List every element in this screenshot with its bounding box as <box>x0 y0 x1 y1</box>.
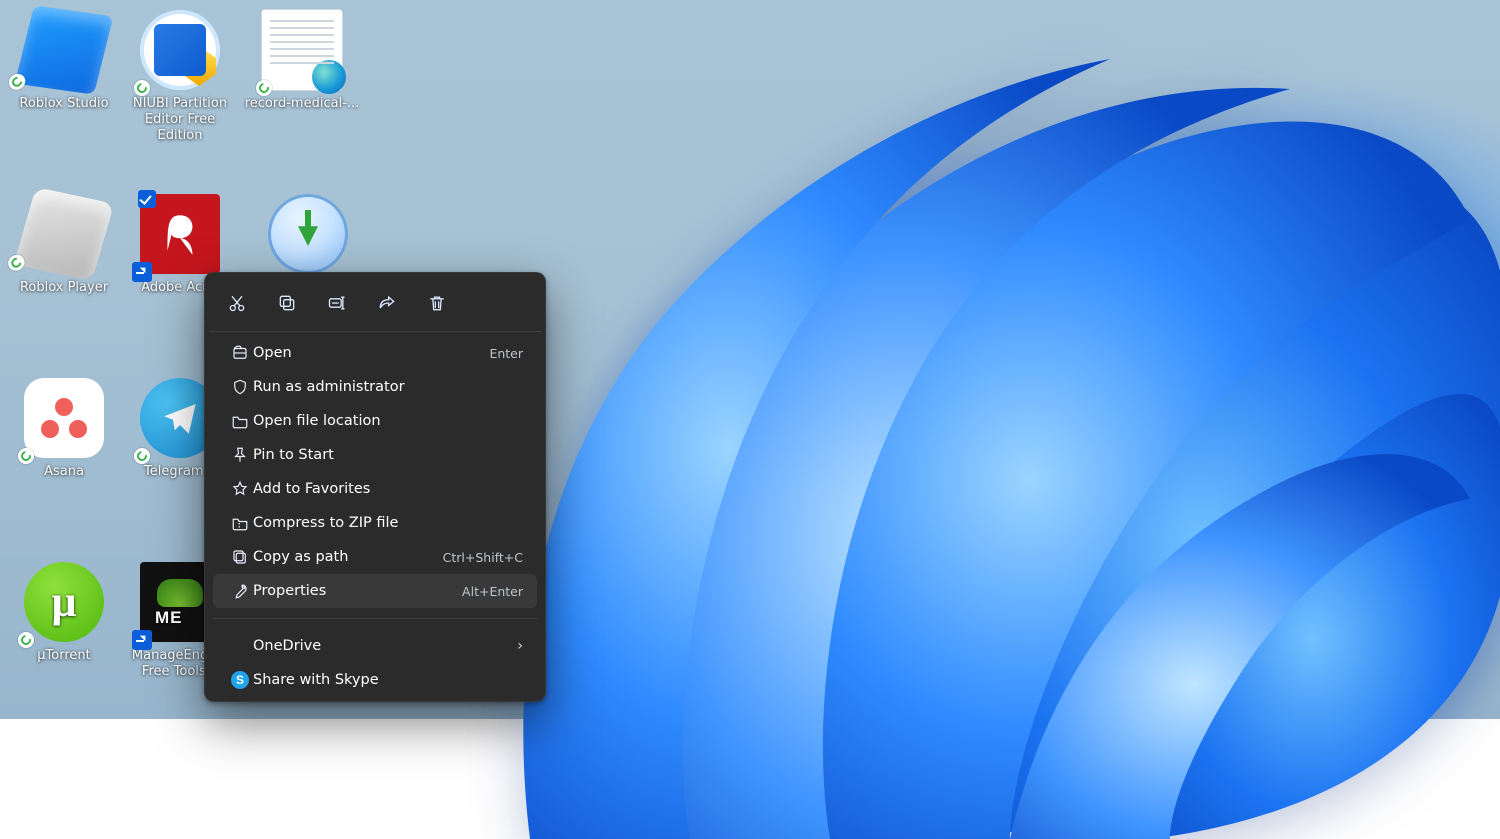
menu-item-label: OneDrive <box>253 638 517 654</box>
copypath-icon <box>227 548 253 566</box>
zip-icon <box>227 514 253 532</box>
desktop-icon-label: Asana <box>6 464 122 480</box>
menu-item-accelerator: Ctrl+Shift+C <box>443 550 523 565</box>
menu-item-label: Compress to ZIP file <box>253 515 523 531</box>
menu-item-label: Properties <box>253 583 462 599</box>
menu-item-label: Open file location <box>253 413 523 429</box>
adobe-acrobat-icon <box>140 194 220 274</box>
menu-item-copypath[interactable]: Copy as pathCtrl+Shift+C <box>213 540 537 574</box>
desktop-icon-label: Roblox Studio <box>6 96 122 112</box>
context-menu-toolbar <box>209 279 541 332</box>
desktop-icon-label: Roblox Player <box>6 280 122 296</box>
downloader-icon <box>268 194 348 274</box>
menu-item-star[interactable]: Add to Favorites <box>213 472 537 506</box>
open-icon <box>227 344 253 362</box>
context-menu-separator <box>213 618 537 619</box>
menu-item-open[interactable]: OpenEnter <box>213 336 537 370</box>
menu-item-accelerator: Enter <box>489 346 523 361</box>
folder-icon <box>227 412 253 430</box>
shield-icon <box>227 378 253 396</box>
menu-item-label: Run as administrator <box>253 379 523 395</box>
menu-item-label: Share with Skype <box>253 672 523 688</box>
utorrent-icon: µ <box>24 562 104 642</box>
desktop-icon-asana[interactable]: Asana <box>6 378 122 480</box>
context-menu-list: OpenEnter Run as administrator Open file l… <box>209 332 541 612</box>
context-menu-extra: OneDrive›SShare with Skype <box>209 625 541 701</box>
shortcut-arrow-icon <box>132 262 152 282</box>
menu-item-label: Add to Favorites <box>253 481 523 497</box>
star-icon <box>227 480 253 498</box>
rename-button[interactable] <box>321 287 353 319</box>
cut-button[interactable] <box>221 287 253 319</box>
menu-item-skype[interactable]: SShare with Skype <box>213 663 537 697</box>
desktop-icon-roblox-player[interactable]: Roblox Player <box>6 194 122 296</box>
context-menu: OpenEnter Run as administrator Open file l… <box>204 272 546 702</box>
desktop-icon-label: record-medical-... <box>244 96 360 112</box>
menu-item-props[interactable]: PropertiesAlt+Enter <box>213 574 537 608</box>
roblox-studio-icon <box>15 5 114 94</box>
menu-item-label: Pin to Start <box>253 447 523 463</box>
delete-button[interactable] <box>421 287 453 319</box>
roblox-player-icon <box>14 187 114 281</box>
desktop-icon-label: NIUBI Partition Editor Free Edition <box>122 96 238 144</box>
sync-status-icon <box>134 448 150 464</box>
props-icon <box>227 582 253 600</box>
asana-icon <box>24 378 104 458</box>
desktop-icon-utorrent[interactable]: µ μTorrent <box>6 562 122 664</box>
share-button[interactable] <box>371 287 403 319</box>
pin-icon <box>227 446 253 464</box>
menu-item-shield[interactable]: Run as administrator <box>213 370 537 404</box>
desktop-icon-downloader[interactable] <box>250 194 366 280</box>
menu-item-label: Copy as path <box>253 549 443 565</box>
shortcut-arrow-icon <box>132 630 152 650</box>
sync-status-icon <box>7 73 27 91</box>
desktop-icon-niubi[interactable]: NIUBI Partition Editor Free Edition <box>122 10 238 144</box>
menu-item-folder[interactable]: Open file location <box>213 404 537 438</box>
skype-icon: S <box>227 671 253 689</box>
sync-status-icon <box>256 80 272 96</box>
menu-item-zip[interactable]: Compress to ZIP file <box>213 506 537 540</box>
onedrive-icon <box>227 637 253 655</box>
niubi-icon <box>140 10 220 90</box>
copy-button[interactable] <box>271 287 303 319</box>
record-medical-icon <box>262 10 342 90</box>
desktop-icon-roblox-studio[interactable]: Roblox Studio <box>6 10 122 112</box>
selected-check-icon <box>138 190 156 208</box>
sync-status-icon <box>18 632 34 648</box>
menu-item-label: Open <box>253 345 489 361</box>
menu-item-pin[interactable]: Pin to Start <box>213 438 537 472</box>
chevron-right-icon: › <box>517 638 523 654</box>
menu-item-onedrive[interactable]: OneDrive› <box>213 629 537 663</box>
sync-status-icon <box>18 448 34 464</box>
menu-item-accelerator: Alt+Enter <box>462 584 523 599</box>
sync-status-icon <box>6 253 26 272</box>
desktop-icon-record-medical[interactable]: record-medical-... <box>244 10 360 112</box>
desktop-icon-label: μTorrent <box>6 648 122 664</box>
sync-status-icon <box>134 80 150 96</box>
